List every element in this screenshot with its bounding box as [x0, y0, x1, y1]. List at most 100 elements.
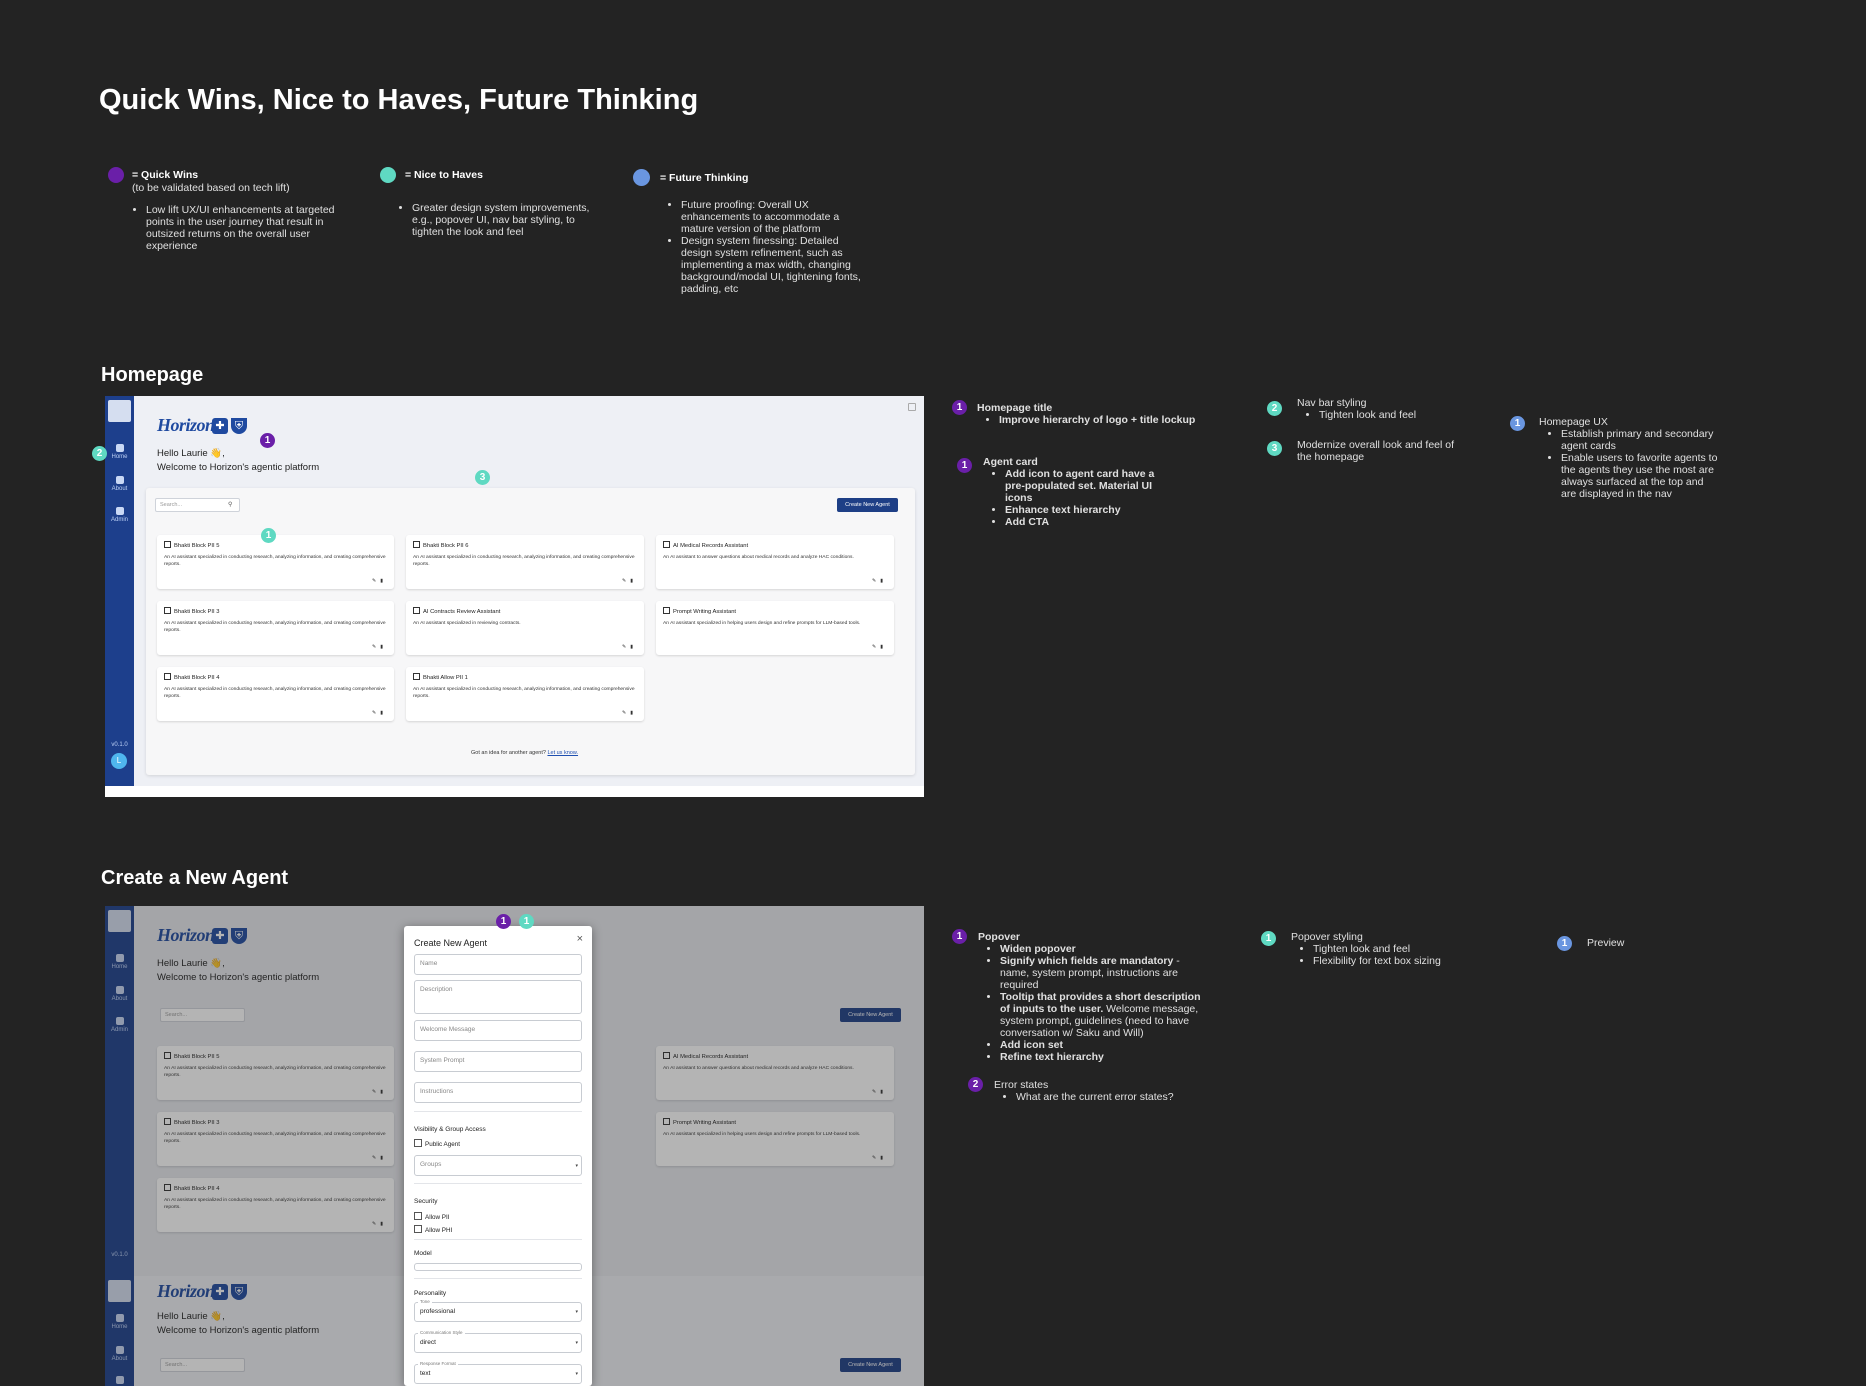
agent-card-desc: An AI assistant specialized in conductin…	[164, 621, 386, 633]
note-bullet-bold: Refine text hierarchy	[1000, 1051, 1104, 1063]
divider	[414, 1183, 582, 1184]
card-actions[interactable]: ✎▮	[622, 578, 637, 584]
welcome-message-field[interactable]: Welcome Message	[414, 1020, 582, 1041]
groups-select[interactable]: Groups	[414, 1155, 582, 1176]
model-label: Model	[414, 1250, 432, 1257]
allow-phi-checkbox[interactable]: Allow PHI	[414, 1225, 452, 1234]
agent-card-desc: An AI assistant specialized in conductin…	[413, 687, 635, 699]
agent-card[interactable]: AI Medical Records Assistant An AI assis…	[656, 535, 894, 589]
public-agent-checkbox[interactable]: Public Agent	[414, 1139, 460, 1148]
card-actions[interactable]: ✎▮	[372, 710, 387, 716]
page-bottom	[105, 786, 924, 797]
nav-marker: 2	[92, 446, 107, 461]
note-bullet: Refine text hierarchy	[1000, 1051, 1210, 1063]
nice-to-haves-bullet: Greater design system improvements, e.g.…	[412, 202, 602, 238]
agent-card-title: AI Contracts Review Assistant	[413, 607, 637, 615]
allow-pii-checkbox[interactable]: Allow PII	[414, 1212, 450, 1221]
tone-select[interactable]: professional	[414, 1302, 582, 1322]
nav-logo	[108, 400, 131, 422]
nav-admin-label: Admin	[110, 517, 128, 523]
modern-note-marker: 3	[1267, 441, 1282, 456]
preview-note-marker: 1	[1557, 936, 1572, 951]
response-format-label: Response Format	[418, 1361, 458, 1366]
create-agent-section-title: Create a New Agent	[101, 867, 289, 889]
card-note-marker: 1	[957, 458, 972, 473]
nav-about[interactable]: About	[105, 476, 134, 492]
description-field[interactable]: Description	[414, 980, 582, 1014]
avatar[interactable]: L	[111, 753, 127, 769]
error-note-marker: 2	[968, 1077, 983, 1092]
quick-wins-desc: Low lift UX/UI enhancements at targeted …	[124, 204, 346, 252]
model-select[interactable]	[414, 1263, 582, 1271]
future-thinking-desc: Future proofing: Overall UX enhancements…	[659, 199, 869, 295]
agent-card[interactable]: Bhakti Allow PII 1 An AI assistant speci…	[406, 667, 644, 721]
card-actions[interactable]: ✎▮	[622, 710, 637, 716]
popover-styling-note-marker: 1	[1261, 931, 1276, 946]
agent-card[interactable]: AI Contracts Review Assistant An AI assi…	[406, 601, 644, 655]
instructions-field[interactable]: Instructions	[414, 1082, 582, 1103]
nice-to-haves-title: = Nice to Haves	[405, 169, 483, 181]
personality-label: Personality	[414, 1290, 447, 1297]
agent-card-desc: An AI assistant specialized in conductin…	[413, 555, 635, 567]
welcome-text: Welcome to Horizon's agentic platform	[157, 462, 320, 473]
agent-card-desc: An AI assistant specialized in conductin…	[164, 555, 386, 567]
footer-prompt: Got an idea for another agent? Let us kn…	[471, 750, 578, 756]
communication-style-select[interactable]: direct	[414, 1333, 582, 1353]
page-title: Quick Wins, Nice to Haves, Future Thinki…	[99, 84, 699, 116]
note-bullet: Add CTA	[1005, 516, 1050, 528]
card-actions[interactable]: ✎▮	[372, 578, 387, 584]
note-title: Error states	[994, 1079, 1049, 1091]
divider	[414, 1278, 582, 1279]
card-actions[interactable]: ✎▮	[872, 644, 887, 650]
note-bullet: Flexibility for text box sizing	[1313, 955, 1471, 967]
agent-card-desc: An AI assistant to answer questions abou…	[663, 555, 854, 560]
nav-home-label: Home	[111, 454, 128, 460]
chevron-down-icon: ▾	[575, 1309, 578, 1315]
note-bullet: What are the current error states?	[1016, 1091, 1194, 1103]
nav-admin[interactable]: Admin	[105, 507, 134, 523]
ux-note-marker: 1	[1510, 416, 1525, 431]
card-actions[interactable]: ✎▮	[372, 644, 387, 650]
title-note-marker: 1	[952, 400, 967, 415]
note-bullet-bold: Widen popover	[1000, 943, 1076, 955]
quick-wins-dot	[108, 167, 124, 183]
greeting: Hello Laurie 👋,	[157, 448, 225, 459]
card-actions[interactable]: ✎▮	[622, 644, 637, 650]
create-new-agent-button[interactable]: Create New Agent	[837, 498, 898, 512]
close-icon[interactable]: ×	[577, 933, 583, 945]
note-bullet: Signify which fields are mandatory - nam…	[1000, 955, 1210, 991]
agent-card[interactable]: Bhakti Block PII 3 An AI assistant speci…	[157, 601, 394, 655]
name-field[interactable]: Name	[414, 954, 582, 975]
agent-card[interactable]: Bhakti Block PII 4 An AI assistant speci…	[157, 667, 394, 721]
future-thinking-bullet: Future proofing: Overall UX enhancements…	[681, 199, 869, 235]
agent-card[interactable]: Prompt Writing Assistant An AI assistant…	[656, 601, 894, 655]
note-bullet: Add icon set	[1000, 1039, 1210, 1051]
agent-card[interactable]: Bhakti Block PII 5 An AI assistant speci…	[157, 535, 394, 589]
layout-toggle-icon[interactable]	[908, 403, 916, 411]
admin-icon	[115, 507, 124, 515]
popover-styling-note: Popover styling Tighten look and feel Fl…	[1291, 931, 1471, 967]
agent-card-title: Prompt Writing Assistant	[663, 607, 887, 615]
note-bullet: Tighten look and feel	[1319, 409, 1467, 421]
note-bullet: Enable users to favorite agents to the a…	[1561, 452, 1719, 500]
agent-card-note: Agent card Add icon to agent card have a…	[983, 456, 1173, 528]
note-title: Popover	[978, 931, 1021, 943]
response-format-select[interactable]: text	[414, 1364, 582, 1384]
card-actions[interactable]: ✎▮	[872, 578, 887, 584]
agent-card-title: Bhakti Block PII 3	[164, 607, 387, 615]
let-us-know-link[interactable]: Let us know.	[547, 750, 578, 756]
security-label: Security	[414, 1198, 438, 1205]
future-thinking-title: = Future Thinking	[660, 172, 749, 184]
home-icon	[115, 444, 124, 452]
create-agent-modal: Create New Agent × Name Description Welc…	[404, 926, 592, 1386]
error-states-note: Error states What are the current error …	[994, 1079, 1194, 1103]
quick-wins-bullet: Low lift UX/UI enhancements at targeted …	[146, 204, 346, 252]
nav-note-marker: 2	[1267, 401, 1282, 416]
note-title: Homepage UX	[1539, 416, 1608, 428]
agent-card-desc: An AI assistant specialized in helping u…	[663, 621, 861, 626]
system-prompt-field[interactable]: System Prompt	[414, 1051, 582, 1072]
agent-card[interactable]: Bhakti Block PII 6 An AI assistant speci…	[406, 535, 644, 589]
note-bullet: Tighten look and feel	[1313, 943, 1471, 955]
note-bullet: Tooltip that provides a short descriptio…	[1000, 991, 1210, 1039]
nav-home[interactable]: Home	[105, 444, 134, 460]
